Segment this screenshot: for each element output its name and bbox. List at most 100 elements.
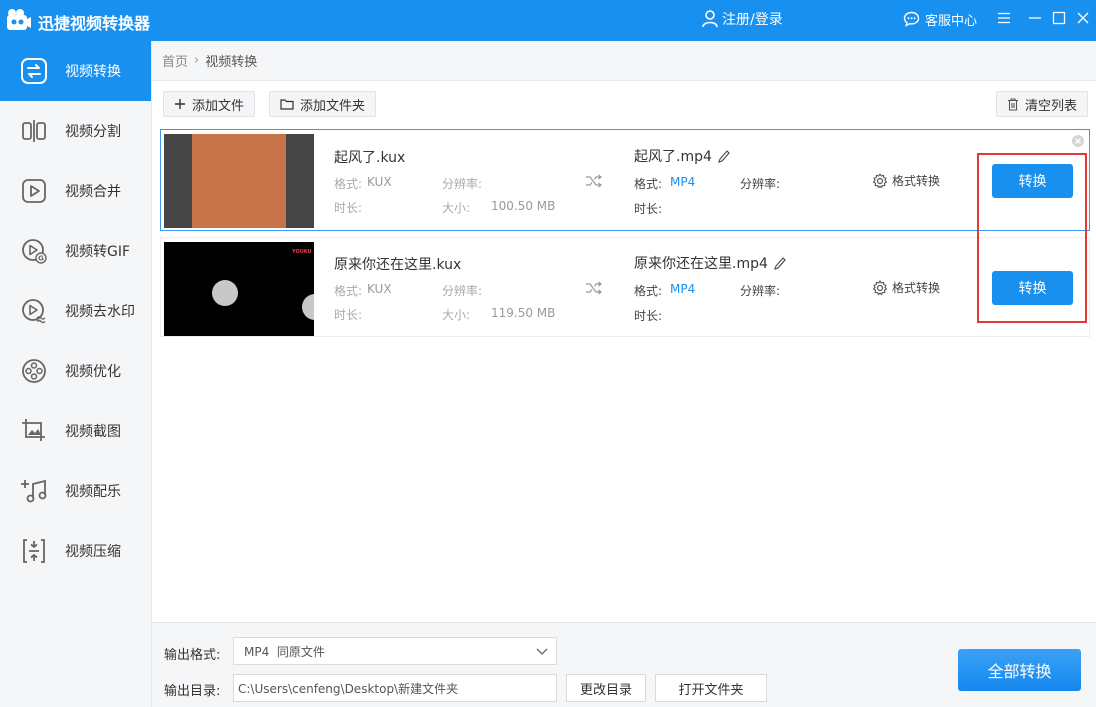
file-row[interactable]: YOUKU 原来你还在这里.kux 格式: KUX 分辨率: 时长: 大小: 1… [160,237,1090,337]
convert-button[interactable]: 转换 [992,271,1073,305]
music-icon [19,476,49,506]
youku-logo: YOUKU [292,249,312,255]
output-format-select[interactable]: MP4 同原文件 [233,637,557,665]
resolution-label: 分辨率: [442,177,483,191]
gear-icon [872,279,888,295]
watermark-icon [19,296,49,326]
minimize-button[interactable] [1025,8,1045,28]
source-format: KUX [367,175,392,189]
output-format-label: 格式: [634,284,663,298]
minimize-icon [1029,17,1041,19]
shuffle-arrows-icon [586,281,602,295]
clear-list-button[interactable]: 清空列表 [996,91,1089,117]
format-label: 格式: [334,177,363,191]
video-convert-icon [19,56,49,86]
output-format: MP4 [670,175,696,189]
customer-service-link[interactable]: 客服中心 [903,9,977,29]
size-label: 大小: [442,308,471,322]
output-format-label: 格式: [634,177,663,191]
file-row[interactable]: 起风了.kux 格式: KUX 分辨率: 时长: 大小: 100.50 MB 起… [160,129,1090,231]
sidebar: 视频转换 视频分割 视频合并 G 视频转GIF 视频去水印 视频优化 视频截图 … [0,41,152,707]
output-settings-panel: 输出格式: MP4 同原文件 输出目录: 更改目录 打开文件夹 全部转换 [152,622,1096,707]
sidebar-item-label: 视频分割 [65,124,121,140]
trash-icon [1008,97,1018,111]
video-thumbnail [164,134,314,228]
app-logo-icon [7,9,31,30]
gear-icon [872,172,888,188]
convert-button[interactable]: 转换 [992,164,1073,198]
output-format-selected: MP4 同原文件 [244,644,325,659]
remove-file-icon[interactable] [1071,134,1085,148]
clear-list-label: 清空列表 [1025,98,1078,114]
sidebar-item-video-convert[interactable]: 视频转换 [0,41,151,101]
resolution-label: 分辨率: [442,284,483,298]
file-size: 119.50 MB [491,306,556,320]
format-convert-button[interactable]: 格式转换 [872,279,940,296]
add-file-button[interactable]: 添加文件 [163,91,256,117]
sidebar-item-label: 视频压缩 [65,544,121,560]
sidebar-item-label: 视频去水印 [65,304,135,320]
add-file-label: 添加文件 [192,98,245,114]
add-folder-button[interactable]: 添加文件夹 [269,91,377,117]
output-file-name-text: 起风了.mp4 [634,149,712,165]
sidebar-item-video-merge[interactable]: 视频合并 [0,161,151,221]
format-convert-label: 格式转换 [892,281,941,295]
pencil-edit-icon[interactable] [718,149,730,163]
format-convert-button[interactable]: 格式转换 [872,172,940,189]
maximize-icon [1052,11,1066,25]
screenshot-icon [19,416,49,446]
duration-label: 时长: [334,201,363,215]
login-link[interactable]: 注册/登录 [702,9,783,29]
size-label: 大小: [442,201,471,215]
format-label: 格式: [334,284,363,298]
sidebar-item-label: 视频转换 [65,64,121,80]
chevron-down-icon [536,648,548,655]
video-split-icon [19,116,49,146]
video-merge-icon [19,176,49,206]
convert-all-button[interactable]: 全部转换 [958,649,1081,691]
format-convert-label: 格式转换 [892,174,941,188]
sidebar-item-video-screenshot[interactable]: 视频截图 [0,401,151,461]
pencil-edit-icon[interactable] [774,256,786,270]
sidebar-item-video-music[interactable]: 视频配乐 [0,461,151,521]
output-dir-input[interactable] [233,674,557,702]
sidebar-item-label: 视频截图 [65,424,121,440]
shuffle-arrows-icon [586,174,602,188]
video-gif-icon: G [19,236,49,266]
sidebar-item-video-optimize[interactable]: 视频优化 [0,341,151,401]
sidebar-item-label: 视频配乐 [65,484,121,500]
sidebar-item-video-compress[interactable]: 视频压缩 [0,521,151,581]
breadcrumb-current: 视频转换 [205,55,258,70]
sidebar-item-video-gif[interactable]: G 视频转GIF [0,221,151,281]
open-folder-button[interactable]: 打开文件夹 [655,674,767,702]
video-thumbnail: YOUKU [164,242,314,336]
close-window-button[interactable] [1073,8,1093,28]
output-dir-field-label: 输出目录: [164,684,221,699]
breadcrumb-home[interactable]: 首页 [162,51,188,70]
film-reel-icon [19,356,49,386]
output-duration-label: 时长: [634,202,663,216]
output-resolution-label: 分辨率: [740,284,781,298]
add-folder-label: 添加文件夹 [300,98,366,114]
output-format: MP4 [670,282,696,296]
file-size: 100.50 MB [491,199,556,213]
maximize-button[interactable] [1049,8,1069,28]
output-file-name-text: 原来你还在这里.mp4 [634,256,768,272]
source-file-name: 起风了.kux [334,150,406,166]
compress-icon [19,536,49,566]
change-dir-button[interactable]: 更改目录 [566,674,646,702]
output-resolution-label: 分辨率: [740,177,781,191]
sidebar-item-label: 视频转GIF [65,244,131,260]
breadcrumb: 首页 › 视频转换 [152,41,1096,81]
output-format-field-label: 输出格式: [164,648,221,663]
login-label: 注册/登录 [722,12,783,28]
hamburger-menu-icon [998,12,1010,24]
output-file-name[interactable]: 起风了.mp4 [634,146,730,166]
output-file-name[interactable]: 原来你还在这里.mp4 [634,253,786,273]
sidebar-item-video-split[interactable]: 视频分割 [0,101,151,161]
output-duration-label: 时长: [634,309,663,323]
sidebar-item-remove-watermark[interactable]: 视频去水印 [0,281,151,341]
menu-button[interactable] [994,8,1014,28]
user-icon [702,10,718,28]
sidebar-item-label: 视频合并 [65,184,121,200]
